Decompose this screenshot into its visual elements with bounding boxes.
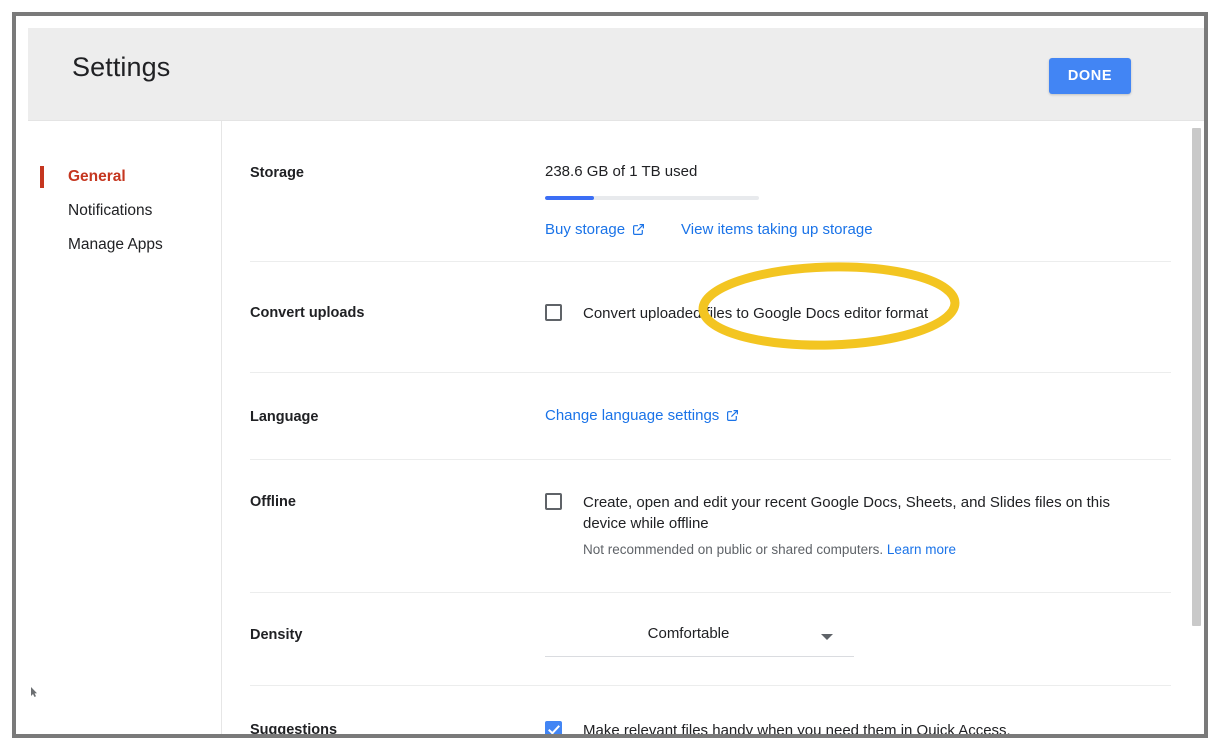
change-language-label: Change language settings [545, 407, 719, 424]
storage-content: 238.6 GB of 1 TB used Buy storage [545, 163, 1171, 238]
section-label-suggestions: Suggestions [250, 720, 545, 734]
suggestions-checkbox[interactable] [545, 721, 562, 734]
change-language-settings-link[interactable]: Change language settings [545, 407, 739, 424]
content-scrollbar-track[interactable] [1189, 121, 1204, 734]
sidebar-item-label: Manage Apps [68, 236, 163, 253]
offline-learn-more-link[interactable]: Learn more [887, 541, 956, 559]
settings-content: Storage 238.6 GB of 1 TB used Buy storag… [223, 121, 1204, 734]
buy-storage-link[interactable]: Buy storage [545, 221, 645, 238]
offline-content: Create, open and edit your recent Google… [545, 492, 1171, 559]
section-label-convert-uploads: Convert uploads [250, 303, 545, 321]
convert-uploads-label: Convert uploaded files to Google Docs ed… [583, 303, 928, 324]
section-label-offline: Offline [250, 492, 545, 510]
window-frame: Settings DONE General Notifications Mana… [12, 12, 1208, 738]
done-button[interactable]: DONE [1049, 58, 1131, 94]
sidebar-item-notifications[interactable]: Notifications [28, 194, 221, 228]
convert-uploads-checkbox[interactable] [545, 304, 562, 321]
section-language: Language Change language settings [250, 373, 1171, 460]
storage-progress-fill [545, 196, 594, 200]
dialog-header: Settings DONE [28, 28, 1204, 121]
view-items-storage-link[interactable]: View items taking up storage [681, 221, 873, 238]
density-selected-value: Comfortable [545, 625, 854, 642]
section-label-density: Density [250, 625, 545, 643]
section-label-language: Language [250, 407, 545, 425]
convert-uploads-row: Convert uploaded files to Google Docs ed… [545, 303, 1171, 324]
offline-sub-label: Not recommended on public or shared comp… [583, 542, 883, 557]
offline-row: Create, open and edit your recent Google… [545, 492, 1171, 559]
buy-storage-label: Buy storage [545, 221, 625, 238]
page-title: Settings [72, 52, 170, 83]
settings-sidebar: General Notifications Manage Apps [28, 121, 222, 734]
suggestions-content: Make relevant files handy when you need … [545, 720, 1171, 734]
section-storage: Storage 238.6 GB of 1 TB used Buy storag… [250, 121, 1171, 262]
language-content: Change language settings [545, 407, 1171, 424]
dialog-body: General Notifications Manage Apps Storag… [28, 121, 1204, 734]
content-scrollbar-thumb[interactable] [1192, 128, 1201, 626]
section-density: Density Comfortable [250, 593, 1171, 686]
section-convert-uploads: Convert uploads Convert uploaded files t… [250, 262, 1171, 373]
external-link-icon [726, 409, 739, 422]
chevron-down-icon [821, 634, 833, 640]
sidebar-item-general[interactable]: General [28, 160, 221, 194]
offline-label-group: Create, open and edit your recent Google… [583, 492, 1128, 559]
storage-progress-bar [545, 196, 759, 200]
section-offline: Offline Create, open and edit your recen… [250, 460, 1171, 593]
convert-uploads-content: Convert uploaded files to Google Docs ed… [545, 303, 1171, 324]
cursor-artifact-icon [30, 687, 38, 697]
offline-label: Create, open and edit your recent Google… [583, 492, 1128, 534]
density-select[interactable]: Comfortable [545, 625, 854, 657]
active-indicator-bar [40, 166, 44, 188]
sidebar-item-label: General [68, 168, 126, 185]
suggestions-row: Make relevant files handy when you need … [545, 720, 1171, 734]
offline-checkbox[interactable] [545, 493, 562, 510]
suggestions-label: Make relevant files handy when you need … [583, 720, 1011, 734]
sidebar-item-label: Notifications [68, 202, 152, 219]
section-suggestions: Suggestions Make relevant files handy wh… [250, 686, 1171, 734]
density-content: Comfortable [545, 625, 1171, 657]
sidebar-item-manage-apps[interactable]: Manage Apps [28, 228, 221, 262]
settings-dialog: Settings DONE General Notifications Mana… [16, 16, 1204, 734]
offline-sub-text: Not recommended on public or shared comp… [583, 541, 1128, 559]
external-link-icon [632, 223, 645, 236]
section-label-storage: Storage [250, 163, 545, 181]
storage-used-text: 238.6 GB of 1 TB used [545, 163, 1171, 180]
storage-links: Buy storage View items taking up storage [545, 221, 1171, 238]
